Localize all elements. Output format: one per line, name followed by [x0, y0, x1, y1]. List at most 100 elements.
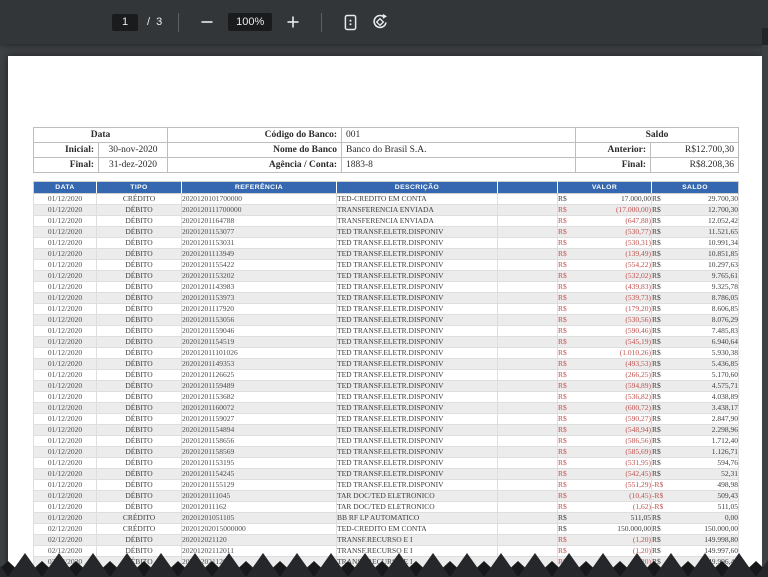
cell-description: TED TRANSF.ELETR.DISPONIV: [336, 226, 498, 238]
cell-type: DÉBITO: [96, 336, 182, 348]
cell-valor: R$ (647,88): [557, 215, 652, 227]
cell-date: 01/12/2020: [33, 292, 97, 304]
cell-type: DÉBITO: [96, 534, 182, 546]
cell-reference: 20201201051105: [181, 512, 337, 524]
cell-blank: [497, 490, 558, 502]
cell-reference: 20201201158656: [181, 435, 337, 447]
transactions-header-row: DATA TIPO REFERÊNCIA DESCRIÇÃO VALOR SAL…: [33, 181, 739, 194]
cell-valor: R$ (530,77): [557, 226, 652, 238]
cell-type: DÉBITO: [96, 237, 182, 249]
cell-saldo: R$ 11.521,65: [651, 226, 739, 238]
cell-description: TED TRANSF.ELETR.DISPONIV: [336, 358, 498, 370]
cell-date: 01/12/2020: [33, 413, 97, 425]
cell-type: DÉBITO: [96, 468, 182, 480]
cell-date: 02/12/2020: [33, 523, 97, 535]
cell-valor: R$ (585,69): [557, 446, 652, 458]
transaction-row: 01/12/2020 CRÉDITO 20201201051105 BB RF LP …: [33, 512, 739, 524]
cell-valor: R$ (1.010,26): [557, 347, 652, 359]
cell-description: TED TRANSF.ELETR.DISPONIV: [336, 413, 498, 425]
initial-date-value: 30-nov-2020: [98, 142, 168, 158]
fit-to-page-button[interactable]: [338, 10, 362, 34]
cell-valor: R$ (554,22): [557, 259, 652, 271]
cell-reference: 20201201126625: [181, 369, 337, 381]
cell-blank: [497, 226, 558, 238]
data-header: Data: [33, 127, 168, 143]
transaction-row: 01/12/2020 DÉBITO 20201201126625 TED TRANSF…: [33, 369, 739, 381]
cell-description: TED TRANSF.ELETR.DISPONIV: [336, 248, 498, 260]
cell-description: TED TRANSF.ELETR.DISPONIV: [336, 402, 498, 414]
cell-saldo: R$ 52,31: [651, 468, 739, 480]
cell-type: DÉBITO: [96, 347, 182, 359]
cell-blank: [497, 446, 558, 458]
transaction-row: 01/12/2020 DÉBITO 20201201164788 TRANSFEREN…: [33, 215, 739, 227]
cell-blank: [497, 402, 558, 414]
cell-type: DÉBITO: [96, 490, 182, 502]
zoom-out-button[interactable]: [195, 10, 219, 34]
column-header-data: DATA: [33, 181, 97, 194]
initial-date-label: Inicial:: [33, 142, 99, 158]
zoom-level-input[interactable]: 100%: [228, 13, 273, 31]
bank-code-label: Código do Banco:: [167, 127, 342, 143]
cell-saldo: R$ 7.485,83: [651, 325, 739, 337]
transaction-row: 01/12/2020 DÉBITO 20201201159027 TED TRANSF…: [33, 413, 739, 425]
cell-type: DÉBITO: [96, 479, 182, 491]
transaction-row: 01/12/2020 DÉBITO 202012011162 TAR DOC/TED …: [33, 501, 739, 513]
zoom-in-button[interactable]: [281, 10, 305, 34]
statement-info-table: Data Código do Banco: 001 Saldo Inicial:…: [33, 127, 739, 173]
cell-reference: 20201201154245: [181, 468, 337, 480]
cell-type: DÉBITO: [96, 435, 182, 447]
transaction-row: 01/12/2020 DÉBITO 20201201153077 TED TRANSF…: [33, 226, 739, 238]
cell-blank: [497, 479, 558, 491]
cell-date: 01/12/2020: [33, 281, 97, 293]
cell-description: TED TRANSF.ELETR.DISPONIV: [336, 446, 498, 458]
cell-valor: R$ (539,73): [557, 292, 652, 304]
transaction-row: 01/12/2020 DÉBITO 20201201153682 TED TRANSF…: [33, 391, 739, 403]
cell-date: 01/12/2020: [33, 512, 97, 524]
scrollbar-thumb[interactable]: [762, 28, 768, 45]
cell-blank: [497, 512, 558, 524]
cell-saldo: R$ 4.038,89: [651, 391, 739, 403]
cell-reference: 20201201153195: [181, 457, 337, 469]
page-number-input[interactable]: 1: [112, 13, 138, 31]
cell-valor: R$ (531,95): [557, 457, 652, 469]
transaction-row: 01/12/2020 DÉBITO 20201201149353 TED TRANSF…: [33, 358, 739, 370]
cell-blank: [497, 380, 558, 392]
cell-valor: R$ (179,20): [557, 303, 652, 315]
plus-icon: [287, 16, 299, 28]
cell-reference: 20201201159027: [181, 413, 337, 425]
bank-code-value: 001: [341, 127, 576, 143]
cell-reference: 20201201153056: [181, 314, 337, 326]
cell-valor: R$ (590,27): [557, 413, 652, 425]
page-divider: /: [147, 16, 151, 28]
cell-description: TED TRANSF.ELETR.DISPONIV: [336, 237, 498, 249]
cell-reference: 20201201160072: [181, 402, 337, 414]
cell-blank: [497, 523, 558, 535]
cell-blank: [497, 193, 558, 205]
pdf-viewer: { "colors": { "toolbar_bg": "#333639", "…: [0, 0, 768, 577]
cell-reference: 20201201143983: [181, 281, 337, 293]
cell-description: TED TRANSF.ELETR.DISPONIV: [336, 314, 498, 326]
cell-saldo: R$ 4.575,71: [651, 380, 739, 392]
vertical-scrollbar[interactable]: [762, 28, 768, 577]
cell-saldo: R$ 8.786,05: [651, 292, 739, 304]
cell-date: 01/12/2020: [33, 193, 97, 205]
cell-saldo: -R$ 498,98: [651, 479, 739, 491]
cell-date: 01/12/2020: [33, 270, 97, 282]
transaction-row: 01/12/2020 CRÉDITO 2020120101700000 TED-CRE…: [33, 193, 739, 205]
cell-date: 01/12/2020: [33, 347, 97, 359]
cell-saldo: R$ 9.765,61: [651, 270, 739, 282]
cell-type: DÉBITO: [96, 424, 182, 436]
cell-reference: 202012021120: [181, 534, 337, 546]
cell-description: TED TRANSF.ELETR.DISPONIV: [336, 259, 498, 271]
cell-type: DÉBITO: [96, 369, 182, 381]
cell-saldo: R$ 29.700,30: [651, 193, 739, 205]
cell-description: TED TRANSF.ELETR.DISPONIV: [336, 303, 498, 315]
previous-balance-label: Anterior:: [575, 142, 651, 158]
cell-reference: 2020120101700000: [181, 193, 337, 205]
cell-valor: R$ (266,25): [557, 369, 652, 381]
agency-account-value: 1883-8: [341, 157, 576, 173]
transaction-row: 01/12/2020 DÉBITO 20201201154519 TED TRANSF…: [33, 336, 739, 348]
cell-saldo: R$ 5.930,38: [651, 347, 739, 359]
cell-saldo: R$ 3.438,17: [651, 402, 739, 414]
rotate-button[interactable]: [368, 10, 392, 34]
